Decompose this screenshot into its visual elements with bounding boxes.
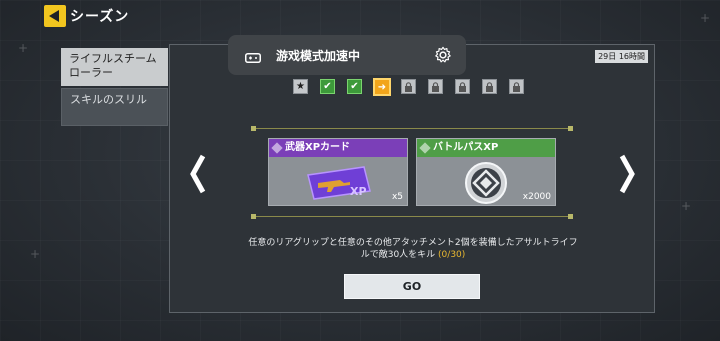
- gamepad-icon: [245, 49, 261, 68]
- gear-icon[interactable]: [434, 46, 452, 68]
- reward-card-header: バトルパスXP: [417, 139, 555, 157]
- reward-card-weapon-xp[interactable]: 武器XPカード XP x5: [268, 138, 408, 206]
- battlepass-emblem-icon: [465, 162, 507, 204]
- mission-description: 任意のリアグリップと任意のその他アタッチメント2個を装備したアサルトライフルで敵…: [248, 237, 578, 261]
- reward-quantity: x2000: [522, 192, 551, 202]
- reward-title: 武器XPカード: [285, 142, 351, 153]
- diamond-icon: [271, 142, 283, 154]
- reward-quantity: x5: [391, 192, 403, 202]
- page-title: シーズン: [70, 9, 130, 25]
- next-arrow-icon[interactable]: [615, 148, 639, 200]
- stage-current-arrow-icon[interactable]: ➜: [373, 78, 391, 96]
- mission-text: 任意のリアグリップと任意のその他アタッチメント2個を装備したアサルトライフルで敵…: [248, 238, 578, 260]
- stage-lock-icon[interactable]: [401, 79, 416, 94]
- back-arrow-icon[interactable]: [44, 5, 66, 27]
- diamond-icon: [419, 142, 431, 154]
- divider-top: [251, 126, 573, 131]
- stage-check-icon[interactable]: ✔: [347, 79, 362, 94]
- prev-arrow-icon[interactable]: [186, 148, 210, 200]
- stage-star-icon[interactable]: ★: [293, 79, 308, 94]
- weapon-xp-card-icon: XP: [307, 166, 371, 200]
- reward-title: バトルパスXP: [433, 142, 499, 153]
- go-button[interactable]: GO: [344, 274, 480, 299]
- stage-check-icon[interactable]: ✔: [320, 79, 335, 94]
- reward-card-battlepass-xp[interactable]: バトルパスXP x2000: [416, 138, 556, 206]
- svg-text:XP: XP: [350, 185, 367, 198]
- decor-plus: +: [18, 41, 29, 55]
- reward-card-header: 武器XPカード: [269, 139, 407, 157]
- game-accel-overlay: 游戏模式加速中: [228, 35, 466, 75]
- stage-lock-icon[interactable]: [482, 79, 497, 94]
- stage-lock-icon[interactable]: [509, 79, 524, 94]
- divider-bottom: [251, 214, 573, 219]
- timer-badge: 29日 16時間: [595, 50, 648, 63]
- decor-plus: +: [30, 247, 41, 261]
- mission-progress: (0/30): [438, 250, 466, 260]
- tab-skill-thrill[interactable]: スキルのスリル: [61, 88, 168, 126]
- decor-plus: +: [681, 199, 692, 213]
- accel-status-text: 游戏模式加速中: [276, 49, 361, 63]
- stage-lock-icon[interactable]: [455, 79, 470, 94]
- decor-plus: +: [700, 11, 711, 25]
- tab-rifle-steamroller[interactable]: ライフルスチームローラー: [61, 48, 168, 86]
- stage-lock-icon[interactable]: [428, 79, 443, 94]
